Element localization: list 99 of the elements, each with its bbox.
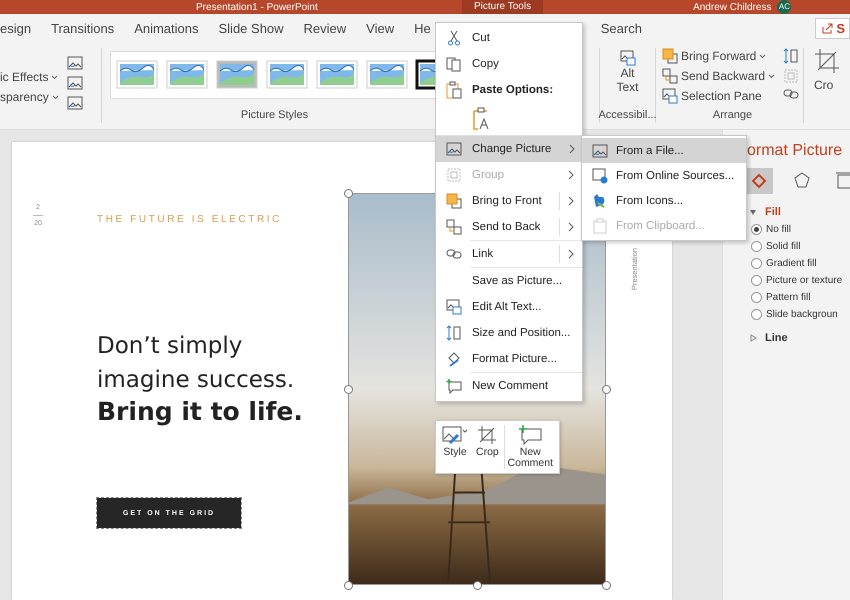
size-icon — [446, 325, 462, 341]
pane-title: ormat Picture — [747, 142, 842, 160]
ribbon-tab[interactable]: He — [414, 20, 431, 36]
crop-icon — [814, 48, 840, 74]
radio-option[interactable]: Solid fill — [751, 241, 800, 252]
radio-button[interactable] — [751, 275, 762, 286]
radio-button[interactable] — [751, 309, 762, 320]
ribbon-tab[interactable]: Transitions — [51, 20, 114, 36]
ribbon-command[interactable]: Send Backward — [662, 68, 776, 84]
context-menu-item[interactable]: Change Picture — [436, 136, 582, 162]
ribbon-command[interactable]: Selection Pane — [662, 88, 776, 104]
bring-front-icon — [446, 193, 462, 209]
ribbon-command[interactable]: sparency — [0, 90, 59, 104]
crop-icon — [477, 425, 498, 445]
ribbon-tab[interactable]: Review — [304, 20, 346, 36]
copy-icon — [446, 56, 462, 72]
change-picture-icon — [66, 76, 83, 90]
slide-heading: Don’t simply imagine success. — [97, 332, 296, 395]
context-menu-item[interactable]: Save as Picture... — [436, 268, 582, 294]
dropdown-icon — [768, 74, 776, 78]
context-menu-item[interactable]: Cut — [436, 25, 582, 51]
radio-button[interactable] — [751, 258, 762, 269]
radio-option[interactable]: Picture or texture — [751, 275, 842, 286]
resize-handle[interactable] — [344, 385, 353, 394]
link-icon — [446, 248, 462, 260]
contextual-tab-label: Picture Tools — [462, 0, 544, 14]
window-title: Presentation1 - PowerPoint — [196, 2, 319, 12]
chevron-right-icon — [568, 222, 574, 232]
chevron-right-icon — [568, 196, 574, 206]
chevron-right-icon — [568, 249, 574, 259]
section-header[interactable]: Line — [749, 332, 850, 344]
alt-text-icon — [620, 50, 636, 66]
resize-handle[interactable] — [602, 581, 611, 590]
chevron-right-icon — [568, 170, 574, 180]
radio-option[interactable]: No fill — [751, 224, 792, 235]
mini-toolbar-button[interactable]: Crop — [473, 425, 502, 469]
radio-option[interactable]: Pattern fill — [751, 292, 810, 303]
send-back-icon — [662, 68, 678, 84]
ribbon-command[interactable]: ic Effects — [0, 70, 59, 84]
search-field[interactable]: Search — [600, 20, 642, 36]
send-back-icon — [446, 219, 462, 235]
online-picture-icon — [592, 168, 608, 184]
group-label: Arrange — [712, 109, 754, 123]
radio-option[interactable]: Slide backgroun — [751, 309, 838, 320]
alt-text-icon — [662, 88, 678, 104]
section-header[interactable]: Fill — [749, 206, 850, 218]
resize-handle[interactable] — [602, 385, 611, 394]
group-icon — [446, 167, 462, 183]
link-icon — [783, 88, 800, 100]
resize-handle[interactable] — [344, 189, 353, 198]
scissors-icon — [447, 30, 461, 46]
user-name[interactable]: Andrew Childress — [693, 2, 772, 12]
context-menu-item[interactable]: Edit Alt Text... — [436, 294, 582, 320]
dropdown-icon — [759, 54, 766, 58]
radio-option[interactable]: Gradient fill — [751, 258, 817, 269]
alt-text-icon — [446, 299, 462, 315]
crop-dropdown-button[interactable]: Cro — [814, 48, 840, 92]
context-menu-item[interactable]: New Comment — [436, 373, 582, 399]
radio-button[interactable] — [751, 224, 762, 235]
new-comment-icon — [446, 378, 462, 394]
resize-handle[interactable] — [473, 581, 482, 590]
change-picture-icon — [446, 142, 462, 156]
fill-icon[interactable] — [747, 168, 773, 194]
context-menu-item[interactable]: Link — [436, 241, 582, 267]
mini-toolbar-button[interactable]: Style — [439, 425, 471, 469]
share-icon — [822, 22, 834, 34]
share-button[interactable]: S — [815, 18, 850, 38]
context-menu-item[interactable]: Size and Position... — [436, 320, 582, 346]
clipboard-icon — [592, 218, 608, 234]
context-menu-item[interactable]: Format Picture... — [436, 346, 582, 372]
ribbon-command[interactable]: Bring Forward — [662, 48, 776, 64]
ribbon-tab[interactable]: Slide Show — [218, 20, 284, 36]
bring-front-icon — [662, 48, 678, 64]
change-picture-icon — [592, 144, 608, 158]
user-avatar[interactable]: AC — [777, 0, 792, 14]
new-comment-icon — [518, 425, 542, 445]
alt-text-button[interactable]: Alt Text — [610, 50, 644, 94]
group-label: Accessibil... — [598, 109, 657, 123]
size-icon — [783, 48, 800, 64]
dropdown-icon — [52, 94, 59, 100]
menu-section-header: Paste Options: — [472, 84, 554, 96]
resize-handle[interactable] — [344, 581, 353, 590]
ribbon-tab[interactable]: esign — [0, 20, 32, 36]
picture-style-icon — [442, 425, 468, 445]
radio-button[interactable] — [751, 241, 762, 252]
chevron-right-icon — [569, 144, 576, 154]
context-menu-item[interactable]: Copy — [436, 51, 582, 77]
ribbon-tab[interactable]: View — [366, 20, 394, 36]
clipboard-icon — [446, 81, 462, 99]
radio-button[interactable] — [751, 292, 762, 303]
mini-toolbar-button[interactable]: New Comment — [504, 425, 556, 469]
paint-bucket-icon — [446, 351, 462, 367]
group-icon — [783, 68, 800, 84]
dropdown-icon — [51, 74, 58, 80]
submenu-item[interactable]: From a File... — [582, 138, 746, 163]
group-label: Picture Styles — [240, 109, 310, 123]
slide-tagline: Bring it to life. — [97, 397, 303, 426]
slide-eyebrow: THE FUTURE IS ELECTRIC — [97, 214, 282, 225]
ribbon-tab[interactable]: Animations — [134, 20, 198, 36]
